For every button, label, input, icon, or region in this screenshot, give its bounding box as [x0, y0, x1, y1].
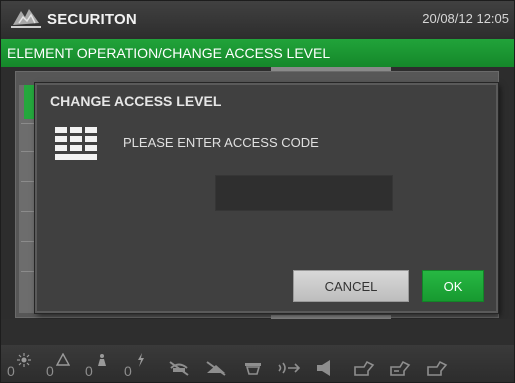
access-level-3-icon[interactable]: [425, 359, 449, 377]
status-separator: [1, 319, 514, 345]
access-code-prompt: PLEASE ENTER ACCESS CODE: [123, 135, 319, 150]
date-time: 20/08/12 12:05: [422, 11, 509, 26]
access-level-1-icon[interactable]: [352, 359, 376, 377]
warning-count: 0: [46, 363, 54, 379]
cancel-button[interactable]: CANCEL: [293, 270, 409, 302]
fire-alarm-count: 0: [7, 363, 15, 379]
speaker-icon[interactable]: [314, 359, 338, 377]
securiton-logo-icon: [11, 9, 41, 28]
breadcrumb: ELEMENT OPERATION/CHANGE ACCESS LEVEL: [1, 39, 514, 67]
disabled-control-icon[interactable]: [204, 359, 228, 377]
technical-counter[interactable]: 0: [124, 353, 158, 379]
lightning-icon: [138, 353, 144, 367]
sun-burst-icon: [17, 353, 31, 367]
access-level-2-icon[interactable]: [388, 359, 412, 377]
keypad-icon: [55, 127, 97, 160]
access-code-dialog: CHANGE ACCESS LEVEL PLEASE ENTER ACCESS …: [35, 83, 498, 313]
top-bar: SECURITON 20/08/12 12:05: [1, 1, 514, 37]
access-code-input[interactable]: [215, 175, 393, 211]
brand-name: SECURITON: [47, 11, 137, 28]
technical-count: 0: [124, 363, 132, 379]
status-bar: 0 0 0 0: [1, 345, 514, 382]
breadcrumb-parent: ELEMENT OPERATION/: [7, 45, 163, 61]
disabled-detector-icon[interactable]: [167, 359, 191, 377]
fault-counter[interactable]: 0: [85, 353, 119, 379]
person-icon: [98, 354, 106, 366]
transmission-icon[interactable]: [277, 359, 301, 377]
fire-alarm-counter[interactable]: 0: [7, 353, 41, 379]
breadcrumb-current: CHANGE ACCESS LEVEL: [162, 45, 331, 61]
dialog-title: CHANGE ACCESS LEVEL: [50, 93, 222, 109]
warning-counter[interactable]: 0: [46, 353, 80, 379]
triangle-warning-icon: [56, 353, 70, 366]
fault-count: 0: [85, 363, 93, 379]
panel-screen: SECURITON 20/08/12 12:05 ELEMENT OPERATI…: [0, 0, 515, 383]
sounder-icon[interactable]: [241, 359, 265, 377]
ok-button[interactable]: OK: [422, 270, 484, 302]
